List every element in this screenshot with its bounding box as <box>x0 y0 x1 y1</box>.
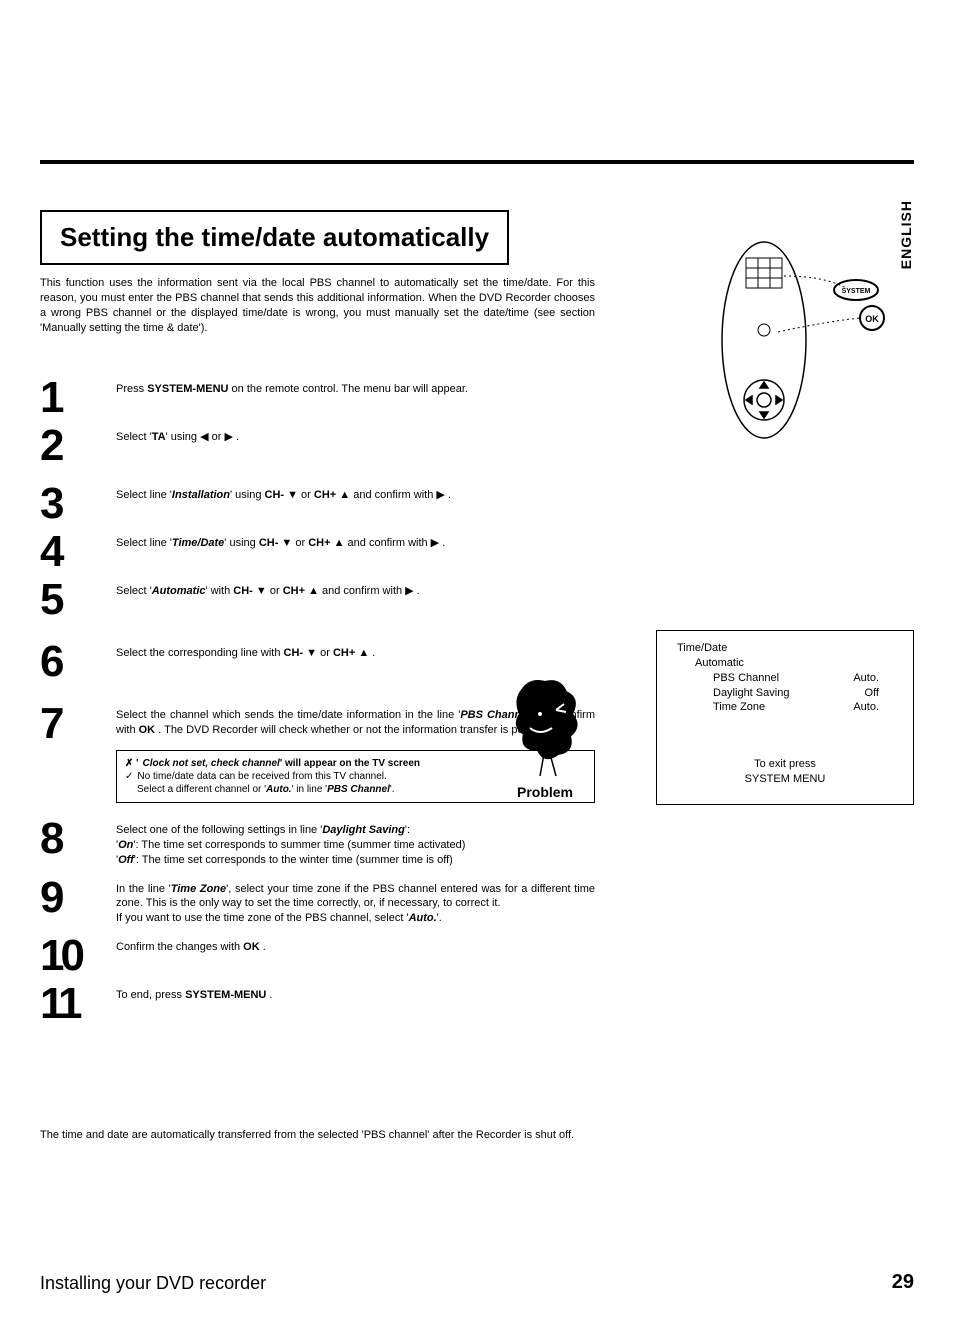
top-rule <box>40 160 914 164</box>
svg-text:SYSTEM: SYSTEM <box>842 288 871 295</box>
osd-exit-line2: SYSTEM MENU <box>745 773 826 785</box>
step-3: 3 Select line 'Installation' using CH- ▼… <box>40 482 595 526</box>
step-text: Select line 'Installation' using CH- ▼ o… <box>116 482 595 503</box>
footer-section-name: Installing your DVD recorder <box>40 1273 266 1294</box>
step-number: 5 <box>40 578 116 622</box>
osd-row-label: PBS Channel <box>713 671 779 686</box>
step-number: 8 <box>40 817 116 861</box>
osd-exit-line1: To exit press <box>754 758 816 770</box>
step-11: 11 To end, press SYSTEM-MENU . <box>40 982 595 1026</box>
problem-label: Problem <box>490 784 600 800</box>
step-9: 9 In the line 'Time Zone', select your t… <box>40 876 595 927</box>
step-5: 5 Select 'Automatic' with CH- ▼ or CH+ ▲… <box>40 578 595 622</box>
check-icon: ✓ <box>125 771 133 782</box>
step-text: In the line 'Time Zone', select your tim… <box>116 876 595 927</box>
osd-row-value: Auto. <box>853 671 879 686</box>
step-number: 7 <box>40 702 116 746</box>
step-number: 4 <box>40 530 116 574</box>
osd-screen: Time/Date Automatic PBS Channel Auto. Da… <box>656 630 914 805</box>
section-title-box: Setting the time/date automatically <box>40 210 509 265</box>
osd-row: PBS Channel Auto. <box>713 671 899 686</box>
step-number: 10 <box>40 934 116 978</box>
remote-illustration: SYSTEM OK <box>704 220 894 445</box>
step-number: 3 <box>40 482 116 526</box>
osd-row: Time Zone Auto. <box>713 700 899 715</box>
osd-row-value: Off <box>865 686 879 701</box>
osd-row-value: Auto. <box>853 700 879 715</box>
step-text: To end, press SYSTEM-MENU . <box>116 982 595 1003</box>
step-number: 1 <box>40 376 116 420</box>
step-text: Press SYSTEM-MENU on the remote control.… <box>116 376 595 397</box>
step-10: 10 Confirm the changes with OK . <box>40 934 595 978</box>
step-text: Select one of the following settings in … <box>116 817 595 868</box>
problem-illustration: Problem <box>490 670 600 800</box>
svg-text:OK: OK <box>865 314 879 324</box>
osd-title: Time/Date <box>677 641 899 656</box>
step-4: 4 Select line 'Time/Date' using CH- ▼ or… <box>40 530 595 574</box>
step-text: Select line 'Time/Date' using CH- ▼ or C… <box>116 530 595 551</box>
step-number: 2 <box>40 424 116 468</box>
step-text: Select 'Automatic' with CH- ▼ or CH+ ▲ a… <box>116 578 595 599</box>
language-tab: ENGLISH <box>898 200 914 269</box>
step-1: 1 Press SYSTEM-MENU on the remote contro… <box>40 376 595 420</box>
settings-icon: TA <box>152 431 166 443</box>
step-number: 11 <box>40 982 116 1026</box>
section-title: Setting the time/date automatically <box>60 222 489 253</box>
step-number: 6 <box>40 640 116 684</box>
osd-row-label: Daylight Saving <box>713 686 789 701</box>
summary-paragraph: The time and date are automatically tran… <box>40 1128 595 1143</box>
osd-row: Daylight Saving Off <box>713 686 899 701</box>
step-number: 9 <box>40 876 116 920</box>
intro-paragraph: This function uses the information sent … <box>40 276 595 335</box>
x-icon: ✗ ' <box>125 758 139 769</box>
osd-row-label: Time Zone <box>713 700 765 715</box>
step-8: 8 Select one of the following settings i… <box>40 817 595 868</box>
step-text: Select the corresponding line with CH- ▼… <box>116 640 595 661</box>
step-text: Confirm the changes with OK . <box>116 934 595 955</box>
step-2: 2 Select 'TA' using ◀ or ▶ . <box>40 424 595 468</box>
osd-exit-hint: To exit press SYSTEM MENU <box>671 757 899 787</box>
page-number: 29 <box>892 1271 914 1294</box>
step-text: Select 'TA' using ◀ or ▶ . <box>116 424 595 445</box>
osd-subtitle: Automatic <box>695 656 899 671</box>
